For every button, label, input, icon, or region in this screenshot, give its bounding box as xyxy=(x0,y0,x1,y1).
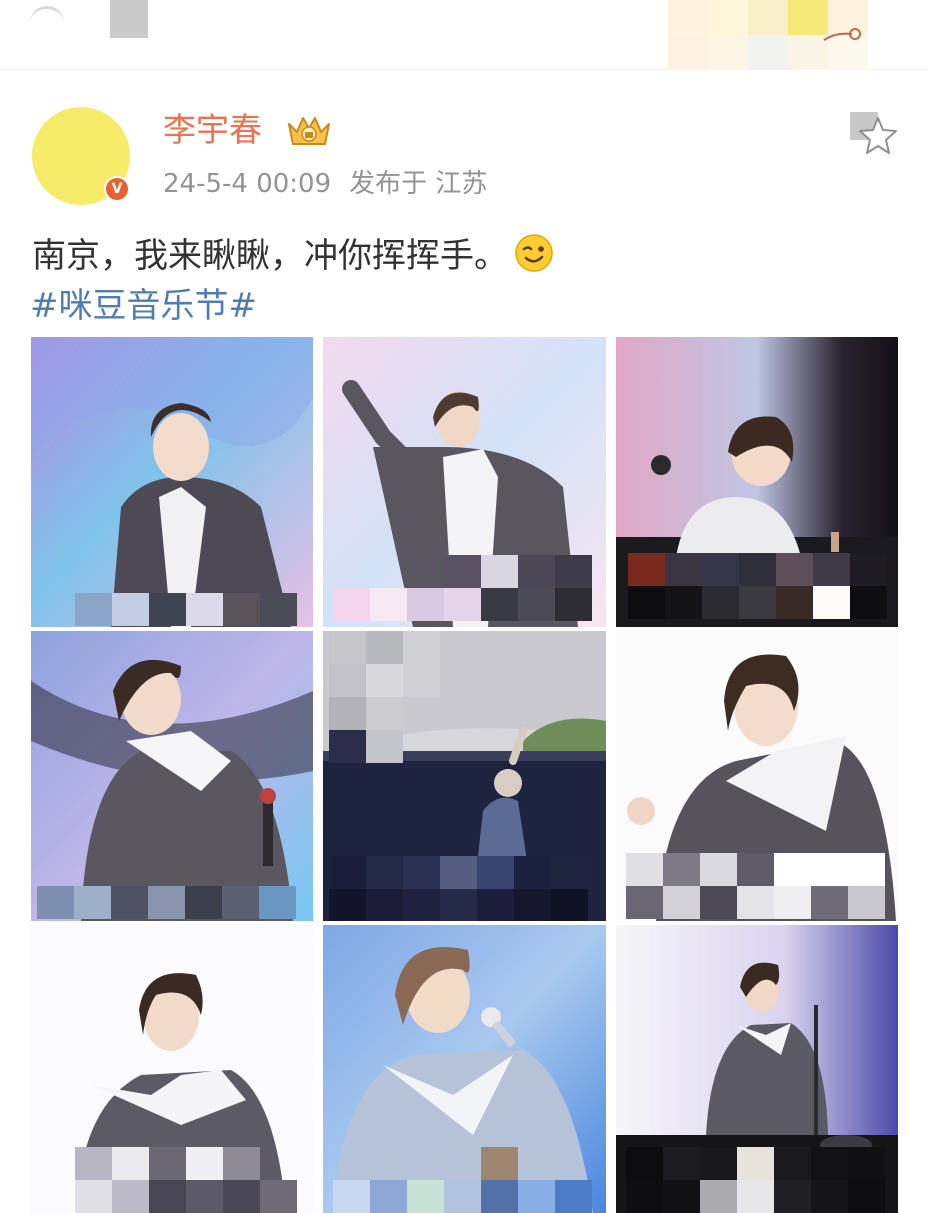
post-text-content: 南京，我来瞅瞅，冲你挥挥手。 xyxy=(32,236,508,276)
photo-8[interactable] xyxy=(323,925,606,1213)
previous-post-strip xyxy=(0,0,928,70)
post-timestamp: 24-5-4 00:09 xyxy=(163,169,332,199)
pixelated-area xyxy=(628,553,888,619)
star-icon[interactable] xyxy=(848,110,898,160)
photo-4-image xyxy=(31,631,313,921)
wink-emoji-icon xyxy=(515,234,553,272)
pixelated-area xyxy=(329,631,595,763)
post-meta: 24-5-4 00:09 发布于 江苏 xyxy=(163,166,487,202)
hashtag-link[interactable]: #咪豆音乐节# xyxy=(30,283,257,329)
pixelated-area xyxy=(333,1147,599,1213)
verified-badge-icon: V xyxy=(104,176,130,202)
loading-icon xyxy=(30,6,64,40)
crown-badge-icon[interactable] xyxy=(285,112,333,150)
photo-3[interactable] xyxy=(616,337,898,627)
pixelated-area xyxy=(75,1147,297,1213)
pixelated-area xyxy=(110,0,148,38)
pixelated-area xyxy=(37,886,303,919)
post-location: 发布于 江苏 xyxy=(349,169,488,199)
post-text: 南京，我来瞅瞅，冲你挥挥手。 xyxy=(32,232,554,280)
photo-1-image xyxy=(31,337,313,627)
photo-1[interactable] xyxy=(31,337,313,627)
pixelated-area xyxy=(75,593,297,626)
photo-6[interactable] xyxy=(616,631,898,921)
photo-4[interactable] xyxy=(31,631,313,921)
photo-9[interactable] xyxy=(616,925,898,1213)
username[interactable]: 李宇春 xyxy=(163,108,262,152)
pixelated-area xyxy=(626,853,892,919)
photo-5[interactable] xyxy=(323,631,606,921)
pixelated-area xyxy=(329,856,595,921)
pixelated-area xyxy=(333,555,599,621)
tag-icon xyxy=(823,28,861,41)
pixelated-area xyxy=(626,1147,892,1213)
photo-2[interactable] xyxy=(323,337,606,627)
photo-7[interactable] xyxy=(31,925,313,1213)
